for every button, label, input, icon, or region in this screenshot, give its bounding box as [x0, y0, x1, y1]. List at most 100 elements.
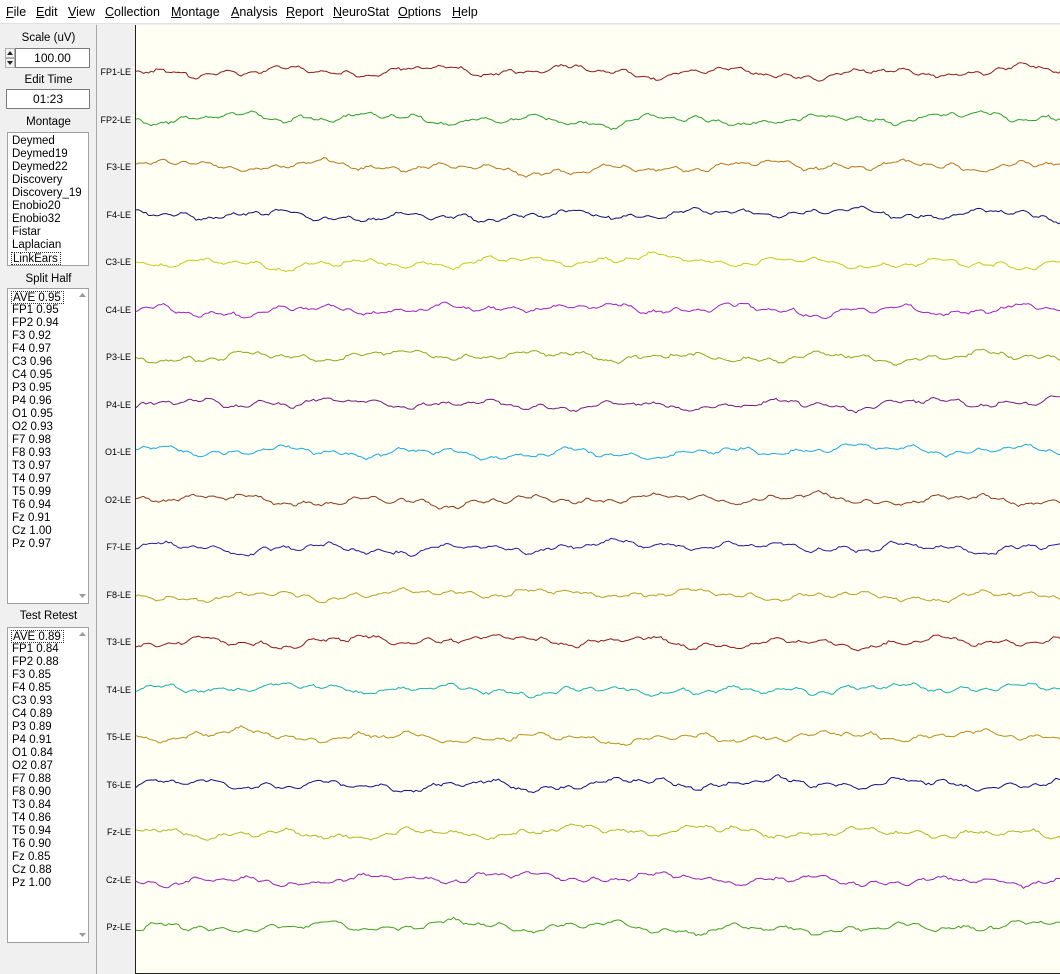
list-item[interactable]: AVE 0.89	[11, 630, 64, 643]
channel-label: Fz-LE	[106, 827, 131, 837]
scroll-down-icon[interactable]	[78, 931, 87, 940]
eeg-trace-cz-le	[136, 871, 1060, 889]
list-item[interactable]: T4 0.86	[11, 812, 51, 825]
eeg-trace-pz-le	[136, 916, 1060, 937]
list-item[interactable]: Cz 0.88	[11, 864, 52, 877]
channel-label: P4-LE	[105, 399, 131, 410]
eeg-trace-p4-le	[136, 395, 1060, 414]
menu-collection[interactable]: Collection	[105, 5, 160, 19]
channel-label: O1-LE	[104, 447, 131, 457]
spin-down-icon[interactable]	[5, 58, 15, 68]
list-item[interactable]: LinkEars	[11, 252, 61, 265]
eeg-trace-f7-le	[136, 537, 1060, 557]
list-item[interactable]: T5 0.94	[11, 825, 51, 838]
channel-label: F7-LE	[106, 542, 131, 552]
menu-edit[interactable]: Edit	[36, 5, 58, 19]
montage-label: Montage	[26, 116, 71, 128]
list-item[interactable]: F7 0.88	[11, 773, 51, 786]
list-item[interactable]: P4 0.91	[11, 734, 52, 747]
list-item[interactable]: Fz 0.91	[11, 512, 50, 525]
list-item[interactable]: C4 0.89	[11, 708, 52, 721]
list-item[interactable]: Pz 0.97	[11, 538, 51, 551]
list-item[interactable]: FP1 0.84	[11, 643, 59, 656]
list-item[interactable]: C4 0.95	[11, 369, 52, 382]
edit-time-input[interactable]	[6, 89, 90, 109]
list-item[interactable]: Discovery_19	[11, 187, 82, 200]
list-item[interactable]: O2 0.87	[11, 760, 53, 773]
list-item[interactable]: P3 0.95	[11, 382, 52, 395]
list-item[interactable]: F4 0.85	[11, 682, 51, 695]
list-item[interactable]: P3 0.89	[11, 721, 52, 734]
list-item[interactable]: Discovery	[11, 174, 62, 187]
channel-label: T6-LE	[106, 779, 131, 790]
channel-label: F3-LE	[106, 162, 131, 172]
edit-time-label: Edit Time	[24, 74, 73, 86]
list-item[interactable]: Enobio32	[11, 213, 61, 226]
list-item[interactable]: O2 0.93	[11, 421, 53, 434]
list-item[interactable]: Deymed	[11, 135, 55, 148]
list-item[interactable]: Deymed22	[11, 161, 68, 174]
eeg-trace-fz-le	[136, 823, 1060, 841]
eeg-trace-o1-le	[136, 443, 1060, 461]
spin-up-icon[interactable]	[5, 48, 15, 58]
montage-list[interactable]: Deymed Deymed19 Deymed22 Discovery Discovery…	[7, 132, 89, 266]
list-item[interactable]: O1 0.95	[11, 408, 53, 421]
menu-view[interactable]: View	[68, 5, 95, 19]
list-item[interactable]: FP2 0.94	[11, 317, 59, 330]
list-item[interactable]: T5 0.99	[11, 486, 51, 499]
split-half-list[interactable]: AVE 0.95 FP1 0.95 FP2 0.94 F3 0.92 F4 0.97 C3…	[7, 288, 89, 604]
eeg-trace-c3-le	[136, 251, 1060, 273]
menu-report[interactable]: Report	[286, 5, 324, 19]
list-item[interactable]: Deymed19	[11, 148, 68, 161]
list-item[interactable]: F8 0.90	[11, 786, 51, 799]
eeg-trace-f4-le	[136, 205, 1060, 225]
list-item[interactable]: Laplacian	[11, 239, 61, 252]
eeg-trace-plot[interactable]	[135, 25, 1060, 974]
scale-spinner[interactable]	[5, 48, 15, 68]
menu-help[interactable]: Help	[452, 5, 478, 19]
test-retest-label: Test Retest	[19, 610, 78, 622]
scroll-down-icon[interactable]	[78, 592, 87, 601]
list-item[interactable]: F3 0.85	[11, 669, 51, 682]
list-item[interactable]: F7 0.98	[11, 434, 51, 447]
list-item[interactable]: O1 0.84	[11, 747, 53, 760]
list-item[interactable]: T3 0.84	[11, 799, 51, 812]
list-item[interactable]: Fistar	[11, 226, 41, 239]
scroll-up-icon[interactable]	[78, 630, 87, 639]
list-item[interactable]: Fz 0.85	[11, 851, 50, 864]
list-item[interactable]: FP2 0.88	[11, 656, 59, 669]
list-item[interactable]: FP1 0.95	[11, 304, 59, 317]
list-item[interactable]: Pz 1.00	[11, 877, 51, 890]
scroll-up-icon[interactable]	[78, 291, 87, 300]
eeg-trace-p3-le	[136, 348, 1060, 366]
eeg-trace-c4-le	[136, 301, 1060, 320]
list-item[interactable]: C3 0.96	[11, 356, 52, 369]
channel-label: T4-LE	[106, 684, 131, 695]
list-item[interactable]: F4 0.97	[11, 343, 51, 356]
list-item[interactable]: F8 0.93	[11, 447, 51, 460]
list-item[interactable]: T6 0.90	[11, 838, 51, 851]
channel-label: FP2-LE	[100, 114, 131, 125]
menu-bar: File Edit View Collection Montage Analysis Rep…	[0, 0, 1060, 24]
menu-neurostat[interactable]: NeuroStat	[333, 5, 389, 19]
channel-label: F4-LE	[106, 209, 131, 220]
scale-input[interactable]	[15, 48, 90, 68]
list-item[interactable]: Enobio20	[11, 200, 61, 213]
list-item[interactable]: C3 0.93	[11, 695, 52, 708]
list-item[interactable]: T6 0.94	[11, 499, 51, 512]
menu-analysis[interactable]: Analysis	[231, 5, 278, 19]
list-item[interactable]: Cz 1.00	[11, 525, 52, 538]
list-item[interactable]: P4 0.96	[11, 395, 52, 408]
list-item[interactable]: F3 0.92	[11, 330, 51, 343]
eeg-trace-t3-le	[136, 633, 1060, 652]
list-item[interactable]: AVE 0.95	[11, 291, 64, 304]
list-item[interactable]: T3 0.97	[11, 460, 51, 473]
eeg-viewer: FP1-LE FP2-LE F3-LE F4-LE C3-LE C4-LE P3-LE P4-…	[97, 25, 1060, 974]
eeg-trace-t6-le	[136, 774, 1060, 794]
menu-file[interactable]: File	[6, 5, 26, 19]
test-retest-list[interactable]: AVE 0.89 FP1 0.84 FP2 0.88 F3 0.85 F4 0.85 C3…	[7, 627, 89, 943]
menu-montage[interactable]: Montage	[171, 5, 220, 19]
list-item[interactable]: T4 0.97	[11, 473, 51, 486]
channel-labels: FP1-LE FP2-LE F3-LE F4-LE C3-LE C4-LE P3-LE P4-…	[97, 25, 135, 974]
menu-options[interactable]: Options	[398, 5, 441, 19]
